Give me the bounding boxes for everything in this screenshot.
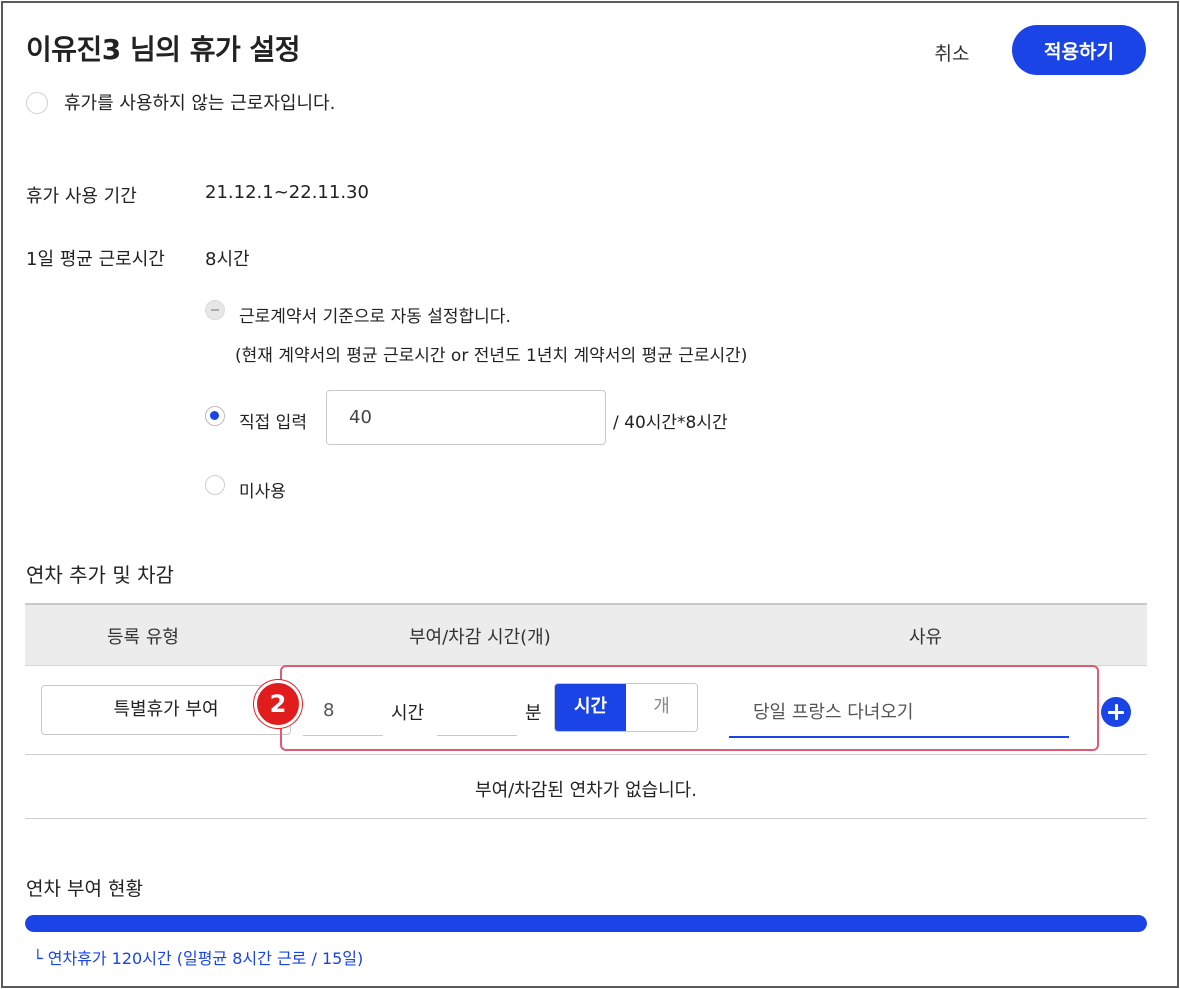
period-value: 21.12.1~22.11.30 [205,182,369,203]
auto-setting-note: (현재 계약서의 평균 근로시간 or 전년도 1년치 계약서의 평균 근로시간… [235,346,748,366]
step-badge: 2 [254,680,302,728]
no-leave-label: 휴가를 사용하지 않는 근로자입니다. [64,93,336,114]
period-label: 휴가 사용 기간 [26,186,137,207]
empty-list-message: 부여/차감된 연차가 없습니다. [475,780,697,801]
settings-panel [1,1,1179,988]
add-row-plus-icon[interactable] [1101,697,1131,727]
avg-hours-value: 8시간 [205,249,250,270]
manual-input-label: 직접 입력 [239,413,307,433]
minutes-unit-label: 분 [525,703,542,724]
reason-input[interactable] [729,686,1069,738]
unit-option-hours[interactable]: 시간 [555,684,626,731]
auto-setting-radio[interactable] [205,300,225,320]
minutes-input[interactable] [437,686,517,736]
no-leave-radio[interactable] [26,92,48,114]
registration-type-select[interactable]: 특별휴가 부여 [41,685,291,735]
table-bottom-divider [25,818,1147,819]
hours-unit-label: 시간 [391,703,425,724]
manual-hours-input[interactable] [326,390,606,445]
manual-input-radio[interactable] [205,406,225,426]
page-title: 이유진3 님의 휴가 설정 [26,33,301,66]
cancel-button[interactable]: 취소 [918,34,986,70]
unused-label: 미사용 [239,482,286,502]
grant-progress-fill [25,915,1147,932]
adjust-section-title: 연차 추가 및 차감 [26,563,174,587]
column-header-type: 등록 유형 [107,627,179,648]
grant-status-note: └ 연차휴가 120시간 (일평균 8시간 근로 / 15일) [33,949,364,968]
grant-progress-bar [25,915,1147,932]
auto-setting-label: 근로계약서 기준으로 자동 설정합니다. [239,307,511,327]
unit-option-count[interactable]: 개 [626,684,697,731]
column-header-reason: 사유 [909,627,943,648]
unit-toggle: 시간 개 [554,683,698,732]
column-header-amount: 부여/차감 시간(개) [409,627,551,648]
avg-hours-label: 1일 평균 근로시간 [26,249,165,270]
adjust-table-header: 등록 유형 부여/차감 시간(개) 사유 [25,603,1147,666]
manual-hours-suffix: / 40시간*8시간 [613,413,728,433]
apply-button[interactable]: 적용하기 [1012,25,1146,75]
grant-status-title: 연차 부여 현황 [26,878,143,900]
unused-radio[interactable] [205,475,225,495]
row-divider [25,754,1147,755]
hours-input[interactable] [303,686,383,736]
